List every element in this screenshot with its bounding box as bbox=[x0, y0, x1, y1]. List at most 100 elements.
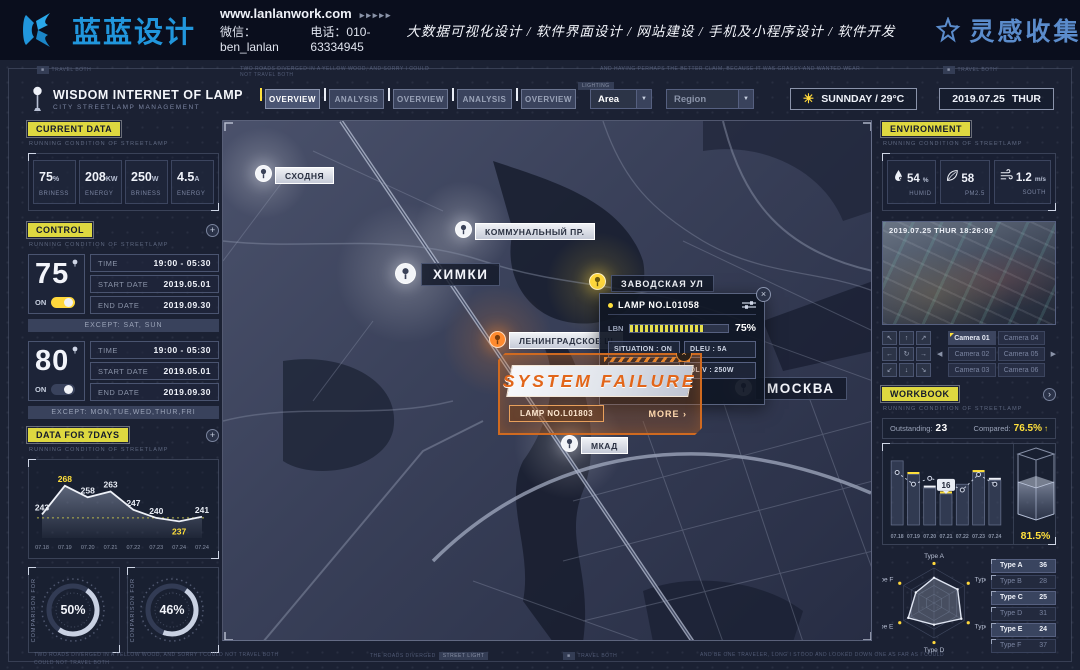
svg-text:Type E: Type E bbox=[882, 623, 894, 630]
on-label: ON bbox=[35, 385, 46, 394]
weather-text: SUNNDAY / 29°C bbox=[821, 93, 904, 105]
cube-gauge-value: 81.5% bbox=[1021, 530, 1051, 542]
map-pin-zavodskaya[interactable] bbox=[589, 273, 606, 290]
lbn-label: LBN bbox=[608, 324, 623, 333]
end-date-row: END DATE2019.09.30 bbox=[90, 296, 219, 314]
lamp-pin-icon bbox=[400, 267, 411, 280]
deco-text: ■TRAVEL BOTH bbox=[940, 66, 997, 74]
expand-week-chart-button[interactable]: + bbox=[206, 429, 219, 442]
lamp-id-title: LAMP NO.L01058 bbox=[618, 300, 699, 310]
comparison-gauge-2: COMPARISON FOR 46% bbox=[127, 567, 219, 653]
workbook-title: WORKBOOK bbox=[882, 387, 958, 401]
more-button[interactable]: MORE › bbox=[649, 409, 692, 419]
services-list: 大数据可视化设计 / 软件界面设计 / 网站建设 / 手机及小程序设计 / 软件… bbox=[406, 20, 895, 40]
streetlamp-dashboard: ■TRAVEL BOTH TWO ROADS DIVERGED IN A YEL… bbox=[0, 60, 1080, 670]
wechat-contact: 微信：ben_lanlan bbox=[220, 23, 288, 54]
city-map[interactable]: СХОДНЯ КОММУНАЛЬНЫЙ ПР. ХИМКИ ЗАВОДСКАЯ … bbox=[222, 120, 872, 641]
type-c-row[interactable]: Type C25 bbox=[991, 591, 1056, 605]
current-data-subtitle: RUNNING CONDITION OF STREETLAMP bbox=[29, 141, 219, 147]
map-label-mkad[interactable]: МКАД bbox=[581, 437, 628, 454]
reset-view-button[interactable]: ↻ bbox=[899, 347, 914, 361]
type-b-row[interactable]: Type B28 bbox=[991, 575, 1056, 589]
add-schedule-button[interactable]: + bbox=[206, 224, 219, 237]
pan-up-right-button[interactable]: ↗ bbox=[916, 331, 931, 345]
pan-up-button[interactable]: ↑ bbox=[899, 331, 914, 345]
camera-05-button[interactable]: Camera 05 bbox=[998, 347, 1045, 361]
environment-panel: ENVIRONMENT RUNNING CONDITION OF STREETL… bbox=[882, 122, 1056, 211]
workbook-summary: Outstanding: 23 Compared: 76.5% ↑ bbox=[882, 418, 1056, 439]
map-label-moskva[interactable]: МОСКВА bbox=[755, 377, 847, 400]
workbook-x-labels: 07.1807.1907.2007.2107.2207.2307.24 bbox=[885, 534, 1007, 542]
tab-overview-3[interactable]: OVERVIEW bbox=[521, 89, 576, 109]
camera-list-next-icon[interactable]: ▶ bbox=[1051, 350, 1056, 358]
camera-01-button[interactable]: Camera 01 bbox=[948, 331, 995, 345]
region-select[interactable]: Region▼ bbox=[666, 89, 754, 109]
pan-right-button[interactable]: → bbox=[916, 347, 931, 361]
svg-text:247: 247 bbox=[126, 498, 140, 508]
schedule-toggle-2[interactable] bbox=[51, 384, 75, 395]
map-label-khimki[interactable]: ХИМКИ bbox=[421, 263, 500, 286]
type-f-row[interactable]: Type F37 bbox=[991, 639, 1056, 653]
pm25-stat: 58 PM2.5 bbox=[940, 160, 989, 204]
type-a-row[interactable]: Type A36 bbox=[991, 559, 1056, 573]
svg-text:Type C: Type C bbox=[975, 623, 986, 630]
camera-feed-image[interactable]: 2019.07.25 THUR 18:26:09 bbox=[882, 221, 1056, 325]
stat-energy-kw: 208KW ENERGY bbox=[79, 160, 122, 204]
pan-left-button[interactable]: ← bbox=[882, 347, 897, 361]
control-group-1: 75 ON TIME19:00 - 05:30 START DATE2019.0… bbox=[28, 254, 219, 314]
lamp-pin-icon bbox=[593, 276, 602, 287]
compared-value: 76.5% bbox=[1014, 423, 1042, 434]
deco-text: ■TRAVEL BOTH bbox=[560, 652, 617, 660]
camera-list-prev-icon[interactable]: ◀ bbox=[937, 350, 942, 358]
map-pin-mkad[interactable] bbox=[561, 435, 578, 452]
svg-text:243: 243 bbox=[35, 502, 49, 512]
map-pin-khimki[interactable] bbox=[395, 263, 416, 284]
type-radar-chart: Type AType BType CType DType EType F bbox=[882, 553, 986, 660]
camera-02-button[interactable]: Camera 02 bbox=[948, 347, 995, 361]
type-analysis-section: Type AType BType CType DType EType F Typ… bbox=[882, 553, 1056, 660]
brand-name: 蓝蓝设计 bbox=[72, 9, 196, 51]
current-data-stats: 75% BRINESS 208KW ENERGY 250W BRINESS 4.… bbox=[28, 153, 219, 211]
map-pin-skhodnya[interactable] bbox=[255, 165, 272, 182]
date-text: 2019.07.25 bbox=[952, 93, 1005, 105]
sliders-icon[interactable] bbox=[742, 300, 756, 310]
type-e-row[interactable]: Type E24 bbox=[991, 623, 1056, 637]
cube-gauge bbox=[1014, 444, 1058, 529]
tab-analysis-2[interactable]: ANALYSIS bbox=[457, 89, 512, 109]
map-pin-leningradskoe[interactable] bbox=[489, 331, 506, 348]
lamp-pin-icon bbox=[459, 224, 468, 235]
camera-03-button[interactable]: Camera 03 bbox=[948, 363, 995, 377]
tab-overview-2[interactable]: OVERVIEW bbox=[393, 89, 448, 109]
system-failure-popup: × SYSTEM FAILURE LAMP NO.L01803 MORE › bbox=[498, 353, 702, 435]
tab-analysis-1[interactable]: ANALYSIS bbox=[329, 89, 384, 109]
svg-text:Type F: Type F bbox=[882, 577, 893, 584]
comparison-gauge-1: COMPARISON FOR 50% bbox=[28, 567, 120, 653]
close-icon[interactable]: × bbox=[756, 287, 771, 302]
map-label-skhodnya[interactable]: СХОДНЯ bbox=[275, 167, 334, 184]
inspiration-collect[interactable]: 灵感收集 bbox=[935, 12, 1080, 48]
camera-04-button[interactable]: Camera 04 bbox=[998, 331, 1045, 345]
time-row: TIME19:00 - 05:30 bbox=[90, 341, 219, 359]
brightness-level-box: 75 ON bbox=[28, 254, 85, 314]
workbook-more-button[interactable]: › bbox=[1043, 388, 1056, 401]
deco-text: TWO ROADS DIVERGED IN A YELLOW WOOD, AND… bbox=[240, 66, 440, 78]
map-pin-kommunalny[interactable] bbox=[455, 221, 472, 238]
start-date-row: START DATE2019.05.01 bbox=[90, 275, 219, 293]
pan-down-left-button[interactable]: ↙ bbox=[882, 363, 897, 377]
lamp-pin-icon bbox=[259, 168, 268, 179]
area-select[interactable]: Area▼ bbox=[590, 89, 652, 109]
schedule-toggle-1[interactable] bbox=[51, 297, 75, 308]
pan-down-right-button[interactable]: ↘ bbox=[916, 363, 931, 377]
type-d-row[interactable]: Type D31 bbox=[991, 607, 1056, 621]
camera-06-button[interactable]: Camera 06 bbox=[998, 363, 1045, 377]
start-date-row: START DATE2019.05.01 bbox=[90, 362, 219, 380]
deco-text: COULD NOT TRAVEL BOTH bbox=[34, 660, 109, 666]
map-label-kommunalny[interactable]: КОММУНАЛЬНЫЙ ПР. bbox=[475, 223, 595, 240]
view-tabs: OVERVIEW ANALYSIS OVERVIEW ANALYSIS OVER… bbox=[265, 89, 576, 109]
pan-down-button[interactable]: ↓ bbox=[899, 363, 914, 377]
tab-overview-1[interactable]: OVERVIEW bbox=[265, 89, 320, 109]
map-label-zavodskaya[interactable]: ЗАВОДСКАЯ УЛ bbox=[611, 275, 714, 292]
pan-up-left-button[interactable]: ↖ bbox=[882, 331, 897, 345]
week-data-subtitle: RUNNING CONDITION OF STREETLAMP bbox=[29, 447, 219, 453]
brand-website[interactable]: www.lanlanwork.com▸▸▸▸▸ bbox=[220, 6, 392, 21]
